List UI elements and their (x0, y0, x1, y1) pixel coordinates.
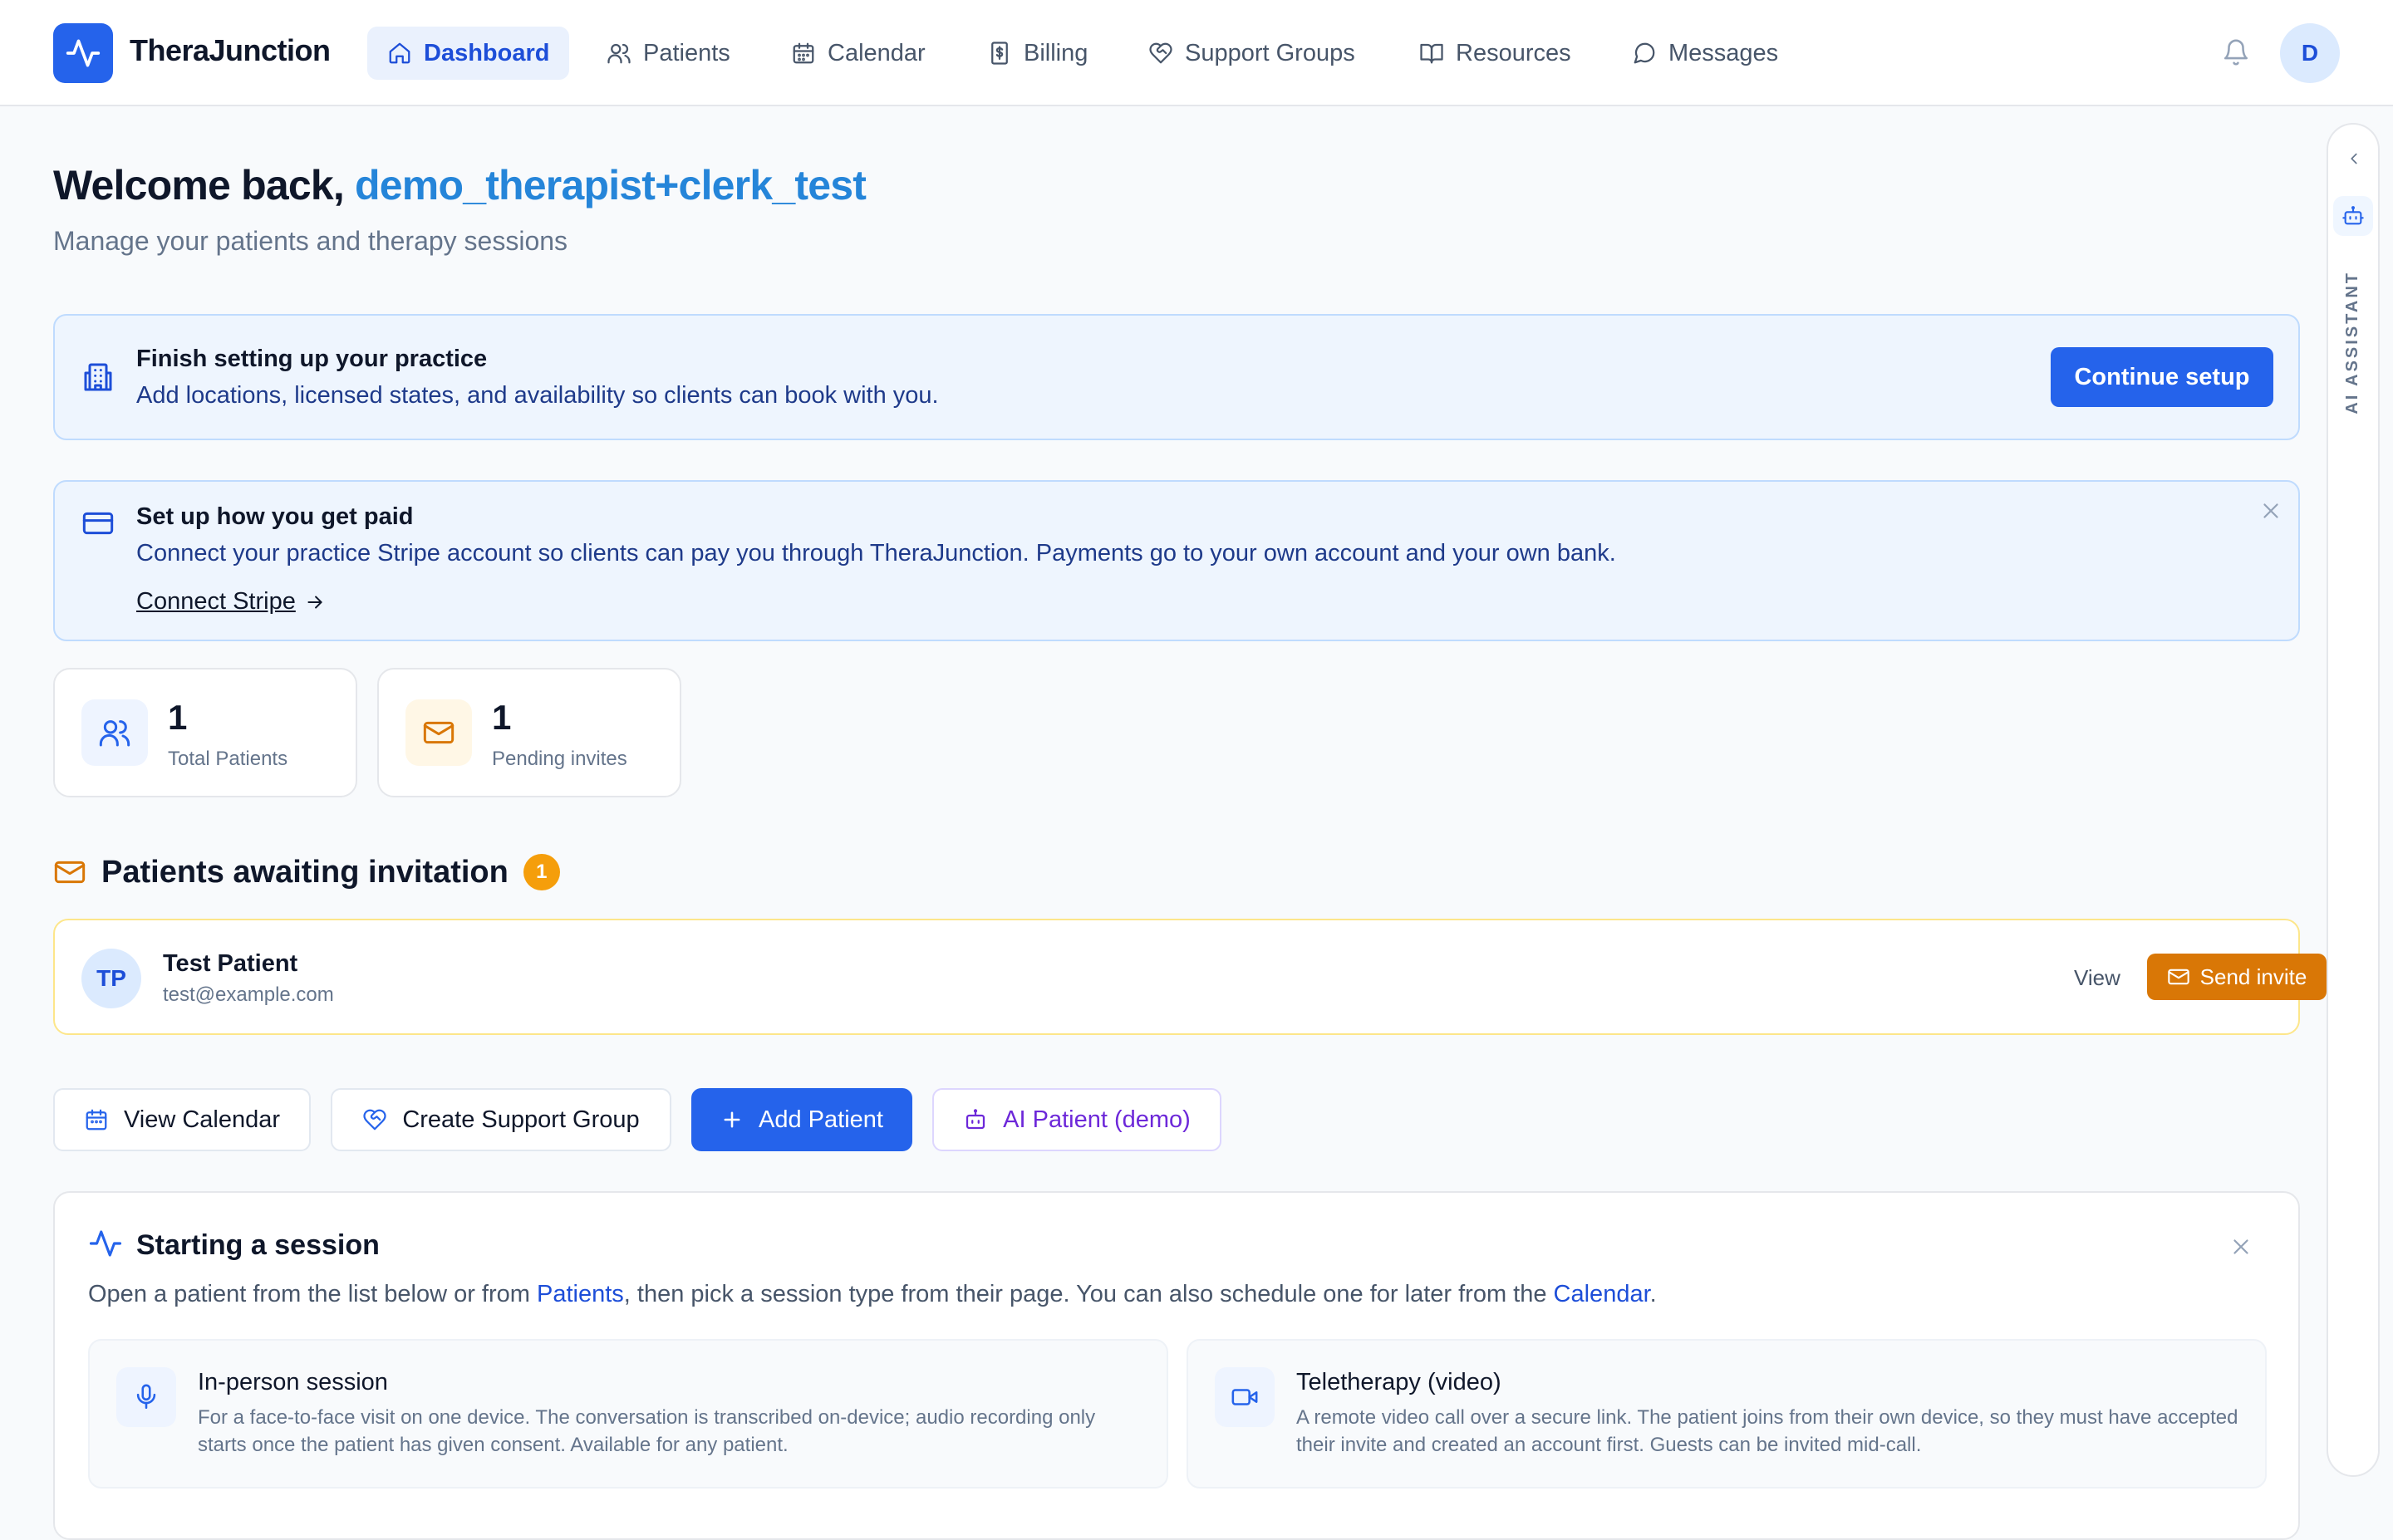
nav-patients-label: Patients (643, 39, 730, 66)
calendar-link[interactable]: Calendar (1554, 1281, 1650, 1307)
building-icon (81, 360, 115, 394)
connect-stripe-link[interactable]: Connect Stripe (136, 588, 326, 616)
awaiting-count-badge: 1 (523, 854, 560, 890)
brand-name[interactable]: TheraJunction (130, 33, 331, 68)
nav-support-groups[interactable]: Support Groups (1128, 27, 1375, 80)
bot-icon[interactable] (2333, 196, 2373, 236)
create-support-group-label: Create Support Group (402, 1106, 640, 1133)
logo-activity-icon[interactable] (53, 23, 113, 83)
connect-stripe-label: Connect Stripe (136, 588, 296, 615)
view-calendar-button[interactable]: View Calendar (53, 1088, 311, 1151)
heart-handshake-icon (1148, 41, 1173, 66)
patients-link[interactable]: Patients (537, 1281, 624, 1307)
book-open-icon (1419, 41, 1444, 66)
stat-pending-invites[interactable]: 1 Pending invites (377, 668, 681, 797)
mode-title: Teletherapy (video) (1296, 1369, 1501, 1395)
setup-banner-title: Finish setting up your practice (136, 346, 488, 372)
continue-setup-button[interactable]: Continue setup (2051, 347, 2273, 407)
nav-billing[interactable]: Billing (967, 27, 1108, 80)
mode-description: For a face-to-face visit on one device. … (198, 1406, 1096, 1456)
close-icon[interactable] (2258, 498, 2283, 523)
send-invite-label: Send invite (2199, 964, 2307, 989)
nav-resources-label: Resources (1456, 39, 1571, 66)
plus-icon (720, 1108, 744, 1131)
notifications-bell-icon[interactable] (2222, 38, 2250, 66)
mail-icon (405, 699, 472, 766)
arrow-right-icon (304, 591, 326, 613)
mic-icon (116, 1367, 176, 1427)
chevron-left-icon[interactable] (2345, 150, 2363, 168)
session-card-description: Open a patient from the list below or fr… (88, 1281, 1657, 1308)
session-text-part: . (1649, 1281, 1657, 1307)
page-title: Welcome back, demo_therapist+clerk_test (53, 161, 867, 209)
payment-banner-title: Set up how you get paid (136, 503, 414, 530)
ai-patient-demo-button[interactable]: AI Patient (demo) (932, 1088, 1221, 1151)
top-navigation: TheraJunction Dashboard Patients Calenda… (0, 0, 2393, 106)
activity-icon (88, 1226, 123, 1261)
home-icon (387, 41, 412, 66)
heart-handshake-icon (362, 1107, 387, 1132)
credit-card-icon (81, 507, 115, 540)
send-invite-button[interactable]: Send invite (2147, 954, 2327, 1000)
setup-practice-banner: Finish setting up your practice Add loca… (53, 314, 2300, 440)
add-patient-button[interactable]: Add Patient (691, 1088, 912, 1151)
calendar-icon (791, 41, 816, 66)
nav-patients[interactable]: Patients (587, 27, 750, 80)
setup-banner-text: Add locations, licensed states, and avai… (136, 382, 939, 409)
welcome-prefix: Welcome back, (53, 162, 345, 208)
stat-label: Pending invites (492, 748, 627, 770)
user-avatar[interactable]: D (2280, 23, 2340, 83)
users-icon (607, 41, 631, 66)
users-icon (81, 699, 148, 766)
mode-title: In-person session (198, 1369, 388, 1395)
nav-messages-label: Messages (1668, 39, 1779, 66)
close-icon[interactable] (2228, 1234, 2253, 1259)
receipt-icon (987, 41, 1012, 66)
awaiting-patient-row[interactable]: TP Test Patient test@example.com View Se… (53, 919, 2327, 1035)
add-patient-label: Add Patient (759, 1106, 883, 1133)
awaiting-invitation-heading: Patients awaiting invitation 1 (53, 854, 560, 890)
payment-banner-text: Connect your practice Stripe account so … (136, 540, 1616, 566)
message-circle-icon (1632, 41, 1657, 66)
mode-description: A remote video call over a secure link. … (1296, 1406, 2238, 1456)
nav-billing-label: Billing (1024, 39, 1088, 66)
patient-avatar: TP (81, 949, 141, 1008)
view-calendar-label: View Calendar (123, 1106, 281, 1133)
stat-total-patients[interactable]: 1 Total Patients (53, 668, 357, 797)
view-patient-link[interactable]: View (2074, 965, 2120, 991)
nav-calendar-label: Calendar (828, 39, 926, 66)
starting-session-card: Starting a session Open a patient from t… (53, 1191, 2300, 1540)
video-icon (1215, 1367, 1275, 1427)
nav-support-groups-label: Support Groups (1185, 39, 1355, 66)
nav-messages[interactable]: Messages (1612, 27, 1798, 80)
nav-resources[interactable]: Resources (1399, 27, 1591, 80)
session-text-part: , then pick a session type from their pa… (623, 1281, 1554, 1307)
nav-calendar[interactable]: Calendar (771, 27, 946, 80)
patient-name: Test Patient (163, 950, 298, 977)
awaiting-title: Patients awaiting invitation (101, 854, 509, 890)
session-card-title: Starting a session (136, 1229, 380, 1261)
payment-setup-banner: Set up how you get paid Connect your pra… (53, 480, 2300, 641)
nav-dashboard-label: Dashboard (424, 39, 550, 66)
calendar-icon (84, 1107, 109, 1132)
bot-icon (963, 1107, 988, 1132)
in-person-session-card[interactable]: In-person session For a face-to-face vis… (88, 1339, 1168, 1489)
session-text-part: Open a patient from the list below or fr… (88, 1281, 537, 1307)
ai-assistant-label: AI ASSISTANT (2343, 271, 2361, 414)
ai-patient-label: AI Patient (demo) (1003, 1106, 1191, 1133)
stat-value: 1 (168, 698, 188, 737)
mail-icon (53, 856, 86, 889)
ai-assistant-panel[interactable]: AI ASSISTANT (2327, 123, 2380, 1477)
welcome-username: demo_therapist+clerk_test (355, 162, 867, 208)
teletherapy-session-card[interactable]: Teletherapy (video) A remote video call … (1187, 1339, 2267, 1489)
mail-icon (2167, 965, 2190, 988)
nav-dashboard[interactable]: Dashboard (367, 27, 570, 80)
patient-email: test@example.com (163, 983, 334, 1006)
create-support-group-button[interactable]: Create Support Group (331, 1088, 671, 1151)
stat-value: 1 (492, 698, 512, 737)
stat-label: Total Patients (168, 748, 288, 770)
page-subtitle: Manage your patients and therapy session… (53, 226, 568, 256)
